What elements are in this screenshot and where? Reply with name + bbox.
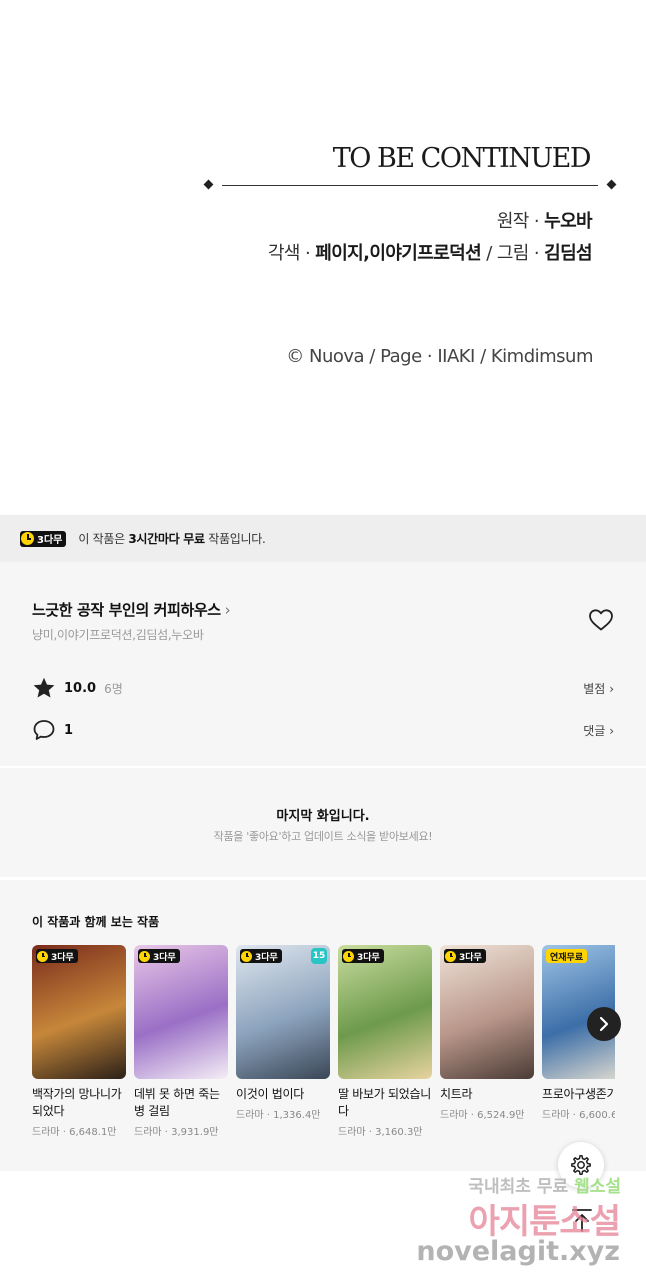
recommendation-meta: 드라마 · 6,648.1만	[32, 1127, 117, 1138]
credit-original: 원작 · 누오바	[496, 211, 593, 232]
recommendations-carousel: 3다무 백작가의 망나니가 되었다 드라마 · 6,648.1만 3다무 데뷔 못 하면…	[32, 945, 615, 1155]
credit-original-label: 원작	[496, 211, 530, 232]
credit-adaptation-art: 각색 · 페이지,이야기프로덕션 / 그림 · 김딤섬	[267, 243, 593, 264]
recommendation-thumbnail: 3다무	[134, 945, 228, 1079]
last-episode-subtitle: 작품을 '좋아요'하고 업데이트 소식을 받아보세요!	[213, 830, 433, 843]
rating-row: 10.0 6명 별점 ›	[32, 675, 614, 701]
chevron-right-icon: ›	[609, 723, 614, 738]
copyright-line: © Nuova / Page · IIAKI / Kimdimsum	[286, 346, 593, 367]
recommendation-title: 데뷔 못 하면 죽는 병 걸림	[134, 1087, 220, 1118]
rating-count: 6명	[104, 681, 123, 696]
chevron-right-icon: ›	[609, 681, 614, 696]
recommendations-heading: 이 작품과 함께 보는 작품	[32, 915, 160, 929]
credit-adaptation-value: 페이지,이야기프로덕션	[315, 243, 482, 264]
recommendation-card[interactable]: 3다무딸 바보가 되었습니다드라마 · 3,160.3만	[338, 945, 432, 1138]
credit-art-value: 김딤섬	[544, 243, 592, 264]
recommendation-badge: 3다무	[36, 949, 78, 963]
clock-icon	[37, 950, 48, 962]
age-rating-badge: 15	[311, 948, 327, 964]
comments-row: 1 댓글 ›	[32, 717, 614, 743]
chevron-right-icon: ›	[224, 601, 231, 619]
notice-text: 이 작품은 3시간마다 무료 작품입니다.	[78, 532, 266, 546]
series-title-link[interactable]: 느긋한 공작 부인의 커피하우스 ›	[32, 599, 231, 620]
clock-icon	[445, 950, 456, 962]
recommendation-title: 프로아구생존기	[542, 1087, 615, 1101]
clock-icon	[343, 950, 354, 962]
recommendation-thumbnail: 3다무	[440, 945, 534, 1079]
recommendation-badge: 3다무	[444, 949, 486, 963]
series-authors: 냥미,이야기프로덕션,김딤섬,누오바	[32, 628, 204, 642]
recommendation-card[interactable]: 3다무백작가의 망나니가 되었다드라마 · 6,648.1만	[32, 945, 126, 1138]
recommendation-card[interactable]: 3다무 15 이것이 법이다드라마 · 1,336.4만	[236, 945, 330, 1121]
last-episode-panel: 마지막 화입니다. 작품을 '좋아요'하고 업데이트 소식을 받아보세요!	[0, 768, 646, 877]
comment-count: 1	[64, 722, 74, 738]
recommendation-meta: 드라마 · 3,931.9만	[134, 1127, 219, 1138]
star-icon	[33, 677, 55, 698]
clock-icon	[139, 950, 150, 962]
recommendation-thumbnail: 3다무 15	[236, 945, 330, 1079]
recommendation-badge: 3다무	[138, 949, 180, 963]
recommendation-badge: 연재무료	[546, 949, 588, 963]
recommendation-card[interactable]: 3다무데뷔 못 하면 죽는 병 걸림드라마 · 3,931.9만	[134, 945, 228, 1138]
credit-adaptation-label: 각색	[267, 243, 301, 264]
title-divider	[222, 185, 598, 186]
recommendation-title: 백작가의 망나니가 되었다	[32, 1087, 122, 1118]
recommendation-meta: 드라마 · 6,524.9만	[440, 1110, 525, 1121]
credit-art-label: 그림	[496, 243, 530, 264]
recommendation-badge: 3다무	[240, 949, 282, 963]
recommendations-section: 이 작품과 함께 보는 작품 3다무백작가의 망나니가 되었다드라마 · 6,6…	[0, 880, 646, 1171]
heart-icon[interactable]	[588, 608, 614, 632]
divider-left-diamond	[203, 179, 214, 190]
recommendation-badge: 3다무	[342, 949, 384, 963]
rating-value: 10.0	[64, 680, 97, 696]
wait-free-badge: 3다무	[20, 530, 67, 547]
clock-icon	[241, 950, 252, 962]
divider-right-diamond	[606, 179, 617, 190]
recommendation-title: 딸 바보가 되었습니다	[338, 1087, 431, 1118]
recommendation-meta: 드라마 · 6,600.6만	[542, 1110, 615, 1121]
recommendation-meta: 드라마 · 1,336.4만	[236, 1110, 321, 1121]
rating-link[interactable]: 별점 ›	[583, 680, 614, 697]
comments-link[interactable]: 댓글 ›	[583, 722, 614, 739]
comment-icon	[33, 720, 55, 740]
recommendation-card[interactable]: 3다무치트라드라마 · 6,524.9만	[440, 945, 534, 1121]
to-be-continued-title: TO BE CONTINUED	[332, 143, 592, 174]
clock-icon	[21, 532, 34, 545]
recommendation-thumbnail: 3다무	[32, 945, 126, 1079]
last-episode-title: 마지막 화입니다.	[276, 809, 370, 824]
recommendation-meta: 드라마 · 3,160.3만	[338, 1127, 423, 1138]
chevron-right-icon	[599, 1016, 609, 1032]
credit-original-value: 누오바	[544, 211, 592, 232]
free-every-3h-notice: 3다무 이 작품은 3시간마다 무료 작품입니다.	[0, 515, 646, 562]
recommendation-thumbnail: 3다무	[338, 945, 432, 1079]
watermark-url: novelagit.xyz	[416, 1236, 620, 1267]
recommendation-title: 이것이 법이다	[236, 1087, 304, 1101]
episode-end-card: TO BE CONTINUED 원작 · 누오바 각색 · 페이지,이야기프로덕…	[0, 0, 646, 515]
series-info-panel: 느긋한 공작 부인의 커피하우스 › 냥미,이야기프로덕션,김딤섬,누오바 10.…	[0, 562, 646, 766]
recommendation-title: 치트라	[440, 1087, 473, 1101]
carousel-next-button[interactable]	[587, 1007, 621, 1041]
